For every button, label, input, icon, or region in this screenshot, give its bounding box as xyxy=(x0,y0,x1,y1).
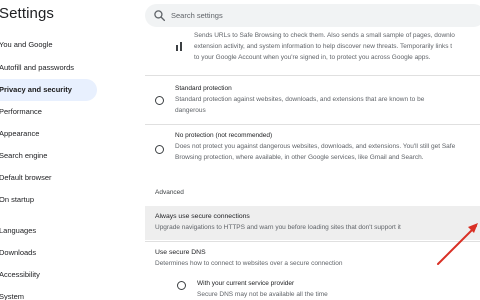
sidebar-item-label: Default browser xyxy=(0,173,52,182)
sidebar-item-search-engine[interactable]: Search engine xyxy=(0,145,97,167)
current-provider-radio[interactable] xyxy=(177,281,186,290)
search-input[interactable] xyxy=(171,4,471,27)
enhanced-desc-line-2: extension activity, and system informati… xyxy=(194,43,453,50)
sidebar-item-label: Downloads xyxy=(0,248,37,257)
standard-protection-radio[interactable] xyxy=(155,96,164,105)
advanced-section-heading: Advanced xyxy=(155,189,184,196)
no-protection-desc-1: Does not protect you against dangerous w… xyxy=(175,143,456,150)
sidebar-item-system[interactable]: System xyxy=(0,286,97,300)
sidebar-item-default-browser[interactable]: Default browser xyxy=(0,167,97,189)
arrow-icon xyxy=(437,223,478,265)
secure-dns-desc: Determines how to connect to websites ov… xyxy=(155,260,343,267)
sidebar-item-label: On startup xyxy=(0,195,35,204)
no-protection-desc-2: Browsing protection, where available, in… xyxy=(175,154,424,161)
sidebar-item-label: Autofill and passwords xyxy=(0,63,75,72)
sidebar-item-label: You and Google xyxy=(0,40,53,49)
divider xyxy=(145,124,480,125)
standard-protection-desc-1: Standard protection against websites, do… xyxy=(175,96,425,103)
search-icon xyxy=(154,10,166,22)
sidebar-item-appearance[interactable]: Appearance xyxy=(0,123,97,145)
no-protection-title: No protection (not recommended) xyxy=(175,132,273,139)
secure-connections-desc: Upgrade navigations to HTTPS and warn yo… xyxy=(155,224,401,231)
top-bar: Settings xyxy=(0,0,480,30)
bar-chart-icon xyxy=(176,42,182,51)
enhanced-desc-line-3: to your Google Account when you're signe… xyxy=(194,54,431,61)
sidebar-item-label: System xyxy=(0,292,25,300)
sidebar-item-label: Appearance xyxy=(0,129,40,138)
sidebar-item-label: Performance xyxy=(0,107,42,116)
sidebar-item-label: Search engine xyxy=(0,151,48,160)
sidebar-item-privacy[interactable]: Privacy and security xyxy=(0,79,97,101)
current-provider-title: With your current service provider xyxy=(197,280,295,287)
search-box[interactable] xyxy=(145,4,480,27)
enhanced-desc-line-1: Sends URLs to Safe Browsing to check the… xyxy=(194,32,455,39)
divider xyxy=(145,75,480,76)
sidebar-item-label: Privacy and security xyxy=(0,85,72,94)
sidebar-item-label: Accessibility xyxy=(0,270,40,279)
no-protection-radio[interactable] xyxy=(155,145,164,154)
sidebar-item-accessibility[interactable]: Accessibility xyxy=(0,264,97,286)
app-title: Settings xyxy=(0,5,54,22)
sidebar-item-you-and-google[interactable]: You and Google xyxy=(0,34,97,56)
sidebar-item-languages[interactable]: Languages xyxy=(0,220,97,242)
sidebar-item-on-startup[interactable]: On startup xyxy=(0,189,97,211)
secure-dns-title: Use secure DNS xyxy=(155,249,206,256)
sidebar-item-downloads[interactable]: Downloads xyxy=(0,242,97,264)
sidebar-item-autofill[interactable]: Autofill and passwords xyxy=(0,57,97,79)
sidebar: You and Google Autofill and passwords Pr… xyxy=(0,30,100,300)
standard-protection-desc-2: dangerous xyxy=(175,107,206,114)
standard-protection-title: Standard protection xyxy=(175,85,232,92)
current-provider-desc: Secure DNS may not be available all the … xyxy=(197,291,328,298)
sidebar-item-performance[interactable]: Performance xyxy=(0,101,97,123)
secure-connections-title: Always use secure connections xyxy=(155,213,250,220)
sidebar-item-label: Languages xyxy=(0,226,37,235)
